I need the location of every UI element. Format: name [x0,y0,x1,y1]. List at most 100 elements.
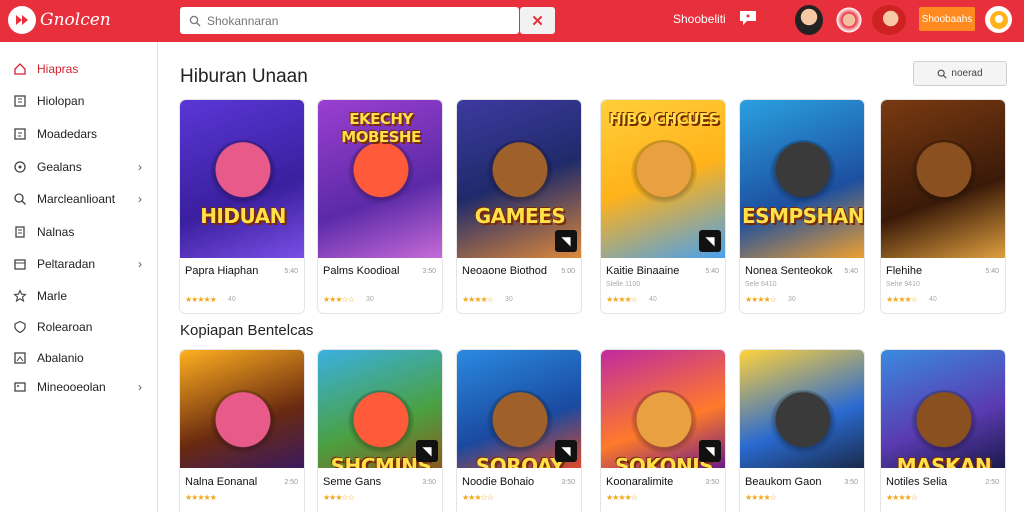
sidebar-item-label: Gealans [37,160,82,174]
brand-name[interactable]: Gnolcen [40,10,111,30]
game-meta: Sele 6410 [745,281,777,288]
game-thumbnail[interactable]: HIDUAN [180,100,304,258]
game-card[interactable]: Beaukom Gaon 3:50 ★★★★☆ [739,349,865,512]
rating-stars: ★★★★☆ [886,493,918,502]
avatar[interactable] [872,5,906,35]
logo-icon[interactable] [8,6,36,34]
avatar[interactable] [835,5,863,35]
rating-value: 30 [366,296,374,303]
character-art [631,140,697,206]
game-card[interactable]: SHCMINS ◥ Seme Gans 3:50 ★★★☆☆ [317,349,443,512]
rating-value: 30 [788,296,796,303]
game-card[interactable]: Flehihe 5:40 ★★★★☆ Sehe 9410 40 [880,99,1006,314]
game-card[interactable]: SOKONIS ◥ Koonaralimite 3:50 ★★★★☆ [600,349,726,512]
game-card[interactable]: GAMEES ◥ Neoaone Biothod 5:00 ★★★★☆ 30 [456,99,582,314]
game-name[interactable]: Notiles Selia [886,476,947,488]
character-art [348,140,414,206]
top-link[interactable]: Shoobeliti [673,12,726,26]
game-card[interactable]: ESMPSHAN Nonea Senteokok 5:40 ★★★★☆ Sele 641… [739,99,865,314]
game-name[interactable]: Nonea Senteokok [745,265,832,277]
sidebar-item-label: Abalanio [37,351,84,365]
rating-stars: ★★★★★ [185,295,217,304]
game-art-title: ESMPSHAN [742,204,864,228]
game-thumbnail[interactable]: EKECHY MOBESHE [318,100,442,258]
game-thumbnail[interactable]: ESMPSHAN [740,100,864,258]
character-art [770,140,836,206]
sidebar-item[interactable]: Hiapras [0,56,158,82]
game-name[interactable]: Flehihe [886,265,922,277]
chat-icon[interactable] [738,9,758,27]
sidebar-item[interactable]: Hiolopan [0,88,158,114]
sidebar-item[interactable]: Peltaradan › [0,251,158,277]
game-thumbnail[interactable]: GAMEES ◥ [457,100,581,258]
game-card[interactable]: Nalna Eonanal 2:50 ★★★★★ [179,349,305,512]
character-art [210,390,276,456]
game-card[interactable]: HIBO CHCUES ◥ Kaitie Binaaine 5:40 ★★★★☆ Slel… [600,99,726,314]
controller-icon: ◥ [555,440,577,462]
game-card[interactable]: EKECHY MOBESHE Palms Koodioal 3:50 ★★★☆☆ 30 [317,99,443,314]
game-name[interactable]: Seme Gans [323,476,381,488]
game-name[interactable]: Koonaralimite [606,476,673,488]
rating-stars: ★★★☆☆ [323,493,355,502]
game-name[interactable]: Noodie Bohaio [462,476,534,488]
chevron-right-icon[interactable]: › [138,160,142,174]
game-name[interactable]: Neoaone Biothod [462,265,547,277]
game-meta: Slelle 1100 [606,281,641,288]
sidebar-item[interactable]: Rolearoan [0,314,158,340]
game-thumbnail[interactable]: SOROAY ◥ [457,350,581,468]
game-thumbnail[interactable]: SHCMINS ◥ [318,350,442,468]
game-thumbnail[interactable] [180,350,304,468]
game-duration: 5:40 [985,268,999,275]
chevron-right-icon[interactable]: › [138,192,142,206]
calendar-icon [14,259,26,270]
sidebar-item[interactable]: Abalanio [0,345,158,371]
rating-stars: ★★★★☆ [745,493,777,502]
tag-icon [14,382,26,392]
sidebar-item-label: Marle [37,289,68,303]
sidebar-item[interactable]: Marle [0,283,158,309]
chevron-right-icon[interactable]: › [138,257,142,271]
game-thumbnail[interactable]: HIBO CHCUES ◥ [601,100,725,258]
sidebar-item[interactable]: Nalnas [0,219,158,245]
search-input[interactable] [207,13,497,28]
sidebar-item-label: Peltaradan [37,257,96,271]
chevron-right-icon[interactable]: › [138,380,142,394]
game-thumbnail[interactable] [740,350,864,468]
game-card[interactable]: SOROAY ◥ Noodie Bohaio 3:50 ★★★☆☆ [456,349,582,512]
filter-button[interactable]: noerad [913,61,1007,86]
game-name[interactable]: Nalna Eonanal [185,476,257,488]
game-name[interactable]: Beaukom Gaon [745,476,821,488]
sidebar-item[interactable]: Moadedars [0,121,158,147]
game-thumbnail[interactable] [881,100,1005,258]
sidebar-item[interactable]: Mineooeolan › [0,374,158,400]
home-icon [14,63,26,75]
game-duration: 5:00 [561,268,575,275]
filter-label: noerad [951,68,983,79]
game-art-title: EKECHY MOBESHE [341,110,421,146]
game-art-title: HIDUAN [200,204,286,228]
sidebar-item[interactable]: Marcleanlioant › [0,186,158,212]
game-card[interactable]: MASKAN Notiles Selia 2:50 ★★★★☆ [880,349,1006,512]
game-duration: 3:50 [705,479,719,486]
profile-icon[interactable] [985,6,1012,33]
cta-button[interactable]: Shoobaahs [919,7,975,31]
game-thumbnail[interactable]: MASKAN [881,350,1005,468]
game-duration: 3:50 [844,479,858,486]
game-name[interactable]: Kaitie Binaaine [606,265,679,277]
close-icon[interactable]: ✕ [520,7,555,34]
document-icon [15,226,25,238]
game-card[interactable]: HIDUAN Papra Hiaphan 5:40 ★★★★★ 40 [179,99,305,314]
controller-icon: ◥ [416,440,438,462]
avatar[interactable] [795,5,823,35]
search-box[interactable] [180,7,519,34]
game-name[interactable]: Palms Koodioal [323,265,399,277]
controller-icon: ◥ [699,230,721,252]
game-thumbnail[interactable]: SOKONIS ◥ [601,350,725,468]
controller-icon: ◥ [555,230,577,252]
sidebar-item-label: Nalnas [37,225,75,239]
sidebar-item[interactable]: Gealans › [0,154,158,180]
game-name[interactable]: Papra Hiaphan [185,265,258,277]
sidebar-item-label: Moadedars [37,127,98,141]
image-icon [14,352,26,364]
rating-stars: ★★★★☆ [606,493,638,502]
